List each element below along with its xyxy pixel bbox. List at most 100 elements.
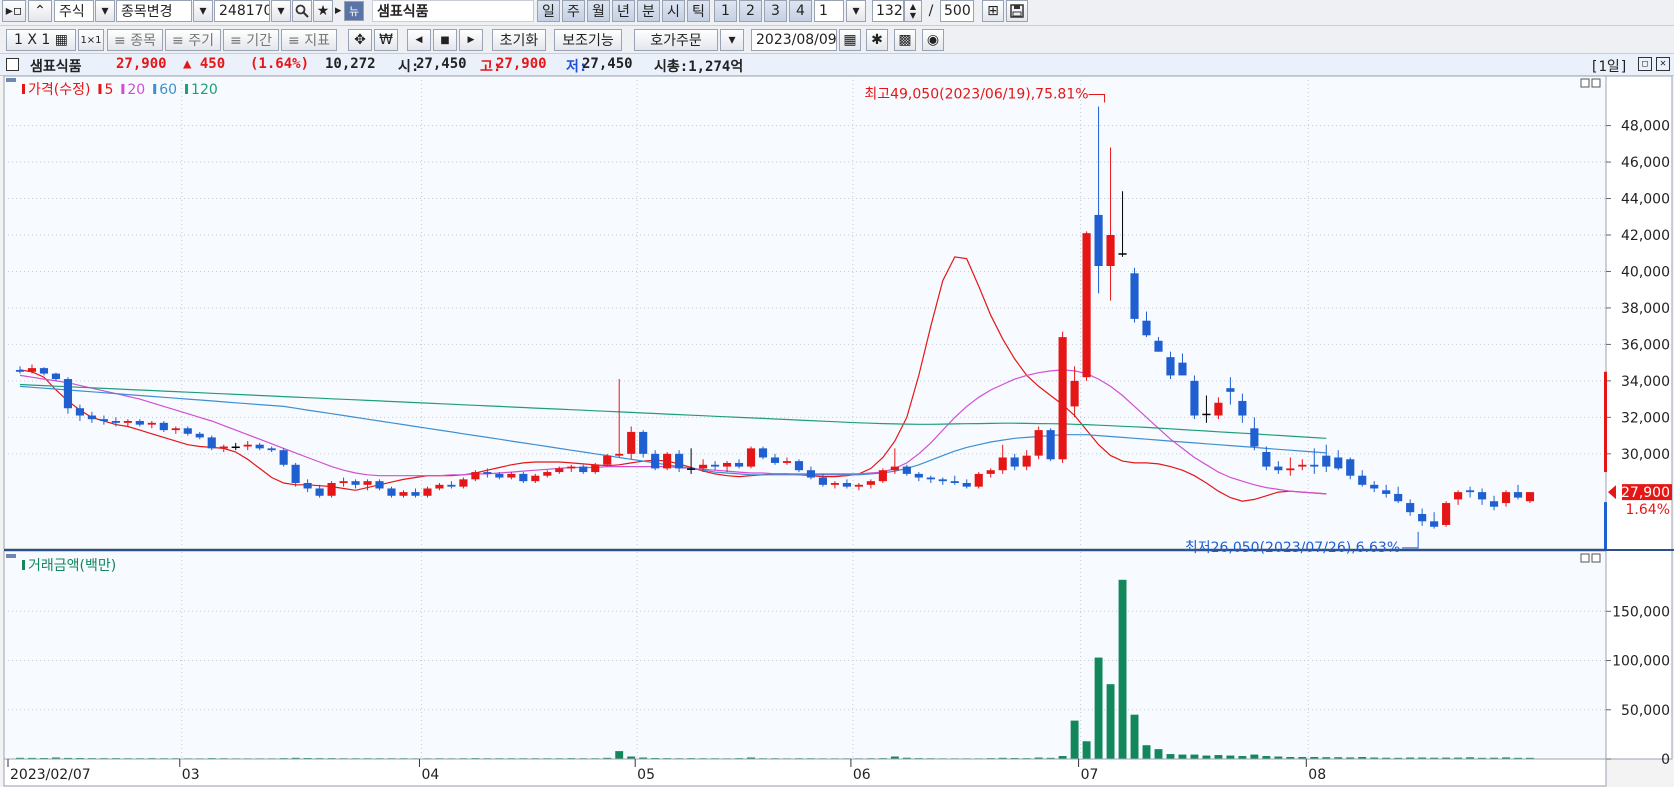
candle-body [303, 483, 312, 489]
stop-button[interactable]: ■ [433, 29, 457, 51]
range-settings-button[interactable]: ≡ 기간 [223, 29, 279, 51]
unit-tab-4[interactable]: 4 [789, 0, 812, 22]
maximize-icon[interactable]: □ [1638, 57, 1652, 71]
date-input[interactable]: 2023/08/09 [751, 29, 837, 51]
panel-toggle-button[interactable]: ▸▫ [2, 0, 26, 22]
panel-grip-icon [6, 554, 16, 558]
market-select[interactable]: 주식 [54, 0, 94, 22]
search-button[interactable] [292, 0, 312, 22]
quote-info-bar: 샘표식품 27,900 ▲ 450 (1.64%) 10,272 시: 27,4… [0, 54, 1674, 76]
candle-body [890, 466, 899, 471]
volume-bar [615, 751, 624, 759]
aux-function-button[interactable]: 보조기능 [554, 29, 622, 51]
layout-button[interactable]: 1 X 1 ▦ [6, 29, 76, 51]
unit-tab-1[interactable]: 1 [714, 0, 737, 22]
candle-body [423, 488, 432, 496]
max-count-input[interactable]: 500 [940, 0, 974, 22]
stock-chart[interactable]: 30,000 32,000 34,000 36,000 38,000 40,000 42,0… [0, 76, 1674, 787]
candle-body [315, 488, 324, 496]
period-tab-3[interactable]: 년 [612, 0, 635, 22]
change-symbol-select[interactable]: 종목변경 [116, 0, 192, 22]
price-tick-label: 44,000 [1621, 192, 1670, 208]
min-price-annotation: 최저26,050(2023/07/26),6.63% [1185, 540, 1400, 556]
unit-tab-2[interactable]: 2 [739, 0, 762, 22]
close-icon[interactable]: ✕ [1656, 57, 1670, 71]
indicator-settings-button[interactable]: ≡ 지표 [281, 29, 337, 51]
next-arrow-button[interactable]: ▶ [334, 0, 342, 22]
period-tab-5[interactable]: 시 [662, 0, 685, 22]
collapse-up-button[interactable]: ⌃ [28, 0, 52, 22]
reset-button[interactable]: 초기화 [492, 29, 546, 51]
candle-body [711, 464, 720, 467]
candle-body [854, 484, 863, 487]
legend-label-120: 120 [191, 82, 218, 98]
candle-body [1166, 357, 1175, 376]
change-symbol-dropdown-button[interactable]: ▾ [193, 0, 213, 22]
candle-body [950, 481, 959, 483]
order-button[interactable]: 호가주문 [634, 29, 718, 51]
candle-body [207, 437, 216, 449]
candle [1058, 331, 1067, 463]
period-settings-button[interactable]: ≡ 주기 [165, 29, 221, 51]
period-tab-4[interactable]: 분 [637, 0, 660, 22]
legend-swatch [121, 84, 125, 94]
volume-bar [1202, 755, 1211, 759]
price-tick-label: 40,000 [1621, 264, 1670, 280]
candle [663, 452, 672, 471]
candle-body [531, 475, 540, 482]
candle-body [75, 408, 84, 416]
stock-code-dropdown-button[interactable]: ▾ [271, 0, 291, 22]
info-period-tag: [1일] [1590, 59, 1629, 75]
period-tab-0[interactable]: 일 [537, 0, 560, 22]
candle [207, 435, 216, 451]
candle-body [722, 462, 732, 467]
stock-code-input[interactable]: 248170 [214, 0, 270, 22]
info-high: 27,900 [496, 56, 547, 72]
zoom-button[interactable]: ◉ [922, 29, 944, 51]
favorite-button[interactable]: ★ [313, 0, 333, 22]
unit-value-input[interactable]: 1 [814, 0, 844, 22]
candle-body [699, 464, 708, 469]
news-badge-button[interactable]: 뉴 [344, 1, 364, 21]
save-button[interactable] [1006, 0, 1028, 22]
select-checkbox[interactable] [6, 58, 19, 71]
new-window-button[interactable]: ⊞ [982, 0, 1004, 22]
scroll-right-button[interactable]: ▶ [459, 29, 483, 51]
calendar-icon: ▦ [843, 32, 857, 48]
triangle-right-icon: ▶ [334, 6, 342, 16]
price-tick-label: 32,000 [1621, 410, 1670, 426]
unit-dropdown-button[interactable]: ▾ [846, 0, 866, 22]
candle [63, 377, 73, 414]
candle-body [267, 448, 276, 451]
bar-count-stepper[interactable]: ▲ ▼ [904, 0, 922, 22]
period-tab-6[interactable]: 틱 [687, 0, 710, 22]
max-price-annotation: 최고49,050(2023/06/19),75.81% [864, 86, 1088, 102]
candle-body [687, 468, 696, 470]
period-tab-1[interactable]: 주 [562, 0, 585, 22]
volume-tick-label: 150,000 [1612, 604, 1670, 620]
config-grid-button[interactable]: ▩ [894, 29, 916, 51]
period-tab-2[interactable]: 월 [587, 0, 610, 22]
settings-button[interactable]: ✱ [866, 29, 888, 51]
cross-layout-button[interactable]: 1×1 [78, 29, 104, 51]
volume-bar [1250, 754, 1259, 759]
order-dropdown-button[interactable]: ▾ [720, 29, 744, 51]
move-button[interactable]: ✥ [348, 29, 372, 51]
won-icon: ₩ [379, 32, 393, 48]
candle-body [1346, 459, 1355, 476]
currency-button[interactable]: ₩ [374, 29, 398, 51]
candle-body [938, 479, 947, 482]
bar-count-input[interactable]: 132 [872, 0, 904, 22]
gear-icon: ✱ [871, 32, 883, 48]
stock-settings-button[interactable]: ≡ 종목 [107, 29, 163, 51]
candle-body [507, 473, 516, 478]
volume-bar [1082, 741, 1091, 759]
candle-body [1274, 466, 1283, 471]
market-dropdown-button[interactable]: ▾ [95, 0, 115, 22]
scroll-left-button[interactable]: ◀ [407, 29, 431, 51]
price-tick-label: 42,000 [1621, 228, 1670, 244]
candle-body [567, 466, 576, 469]
candle-body [1513, 492, 1523, 498]
unit-tab-3[interactable]: 3 [764, 0, 787, 22]
calendar-button[interactable]: ▦ [839, 29, 861, 51]
